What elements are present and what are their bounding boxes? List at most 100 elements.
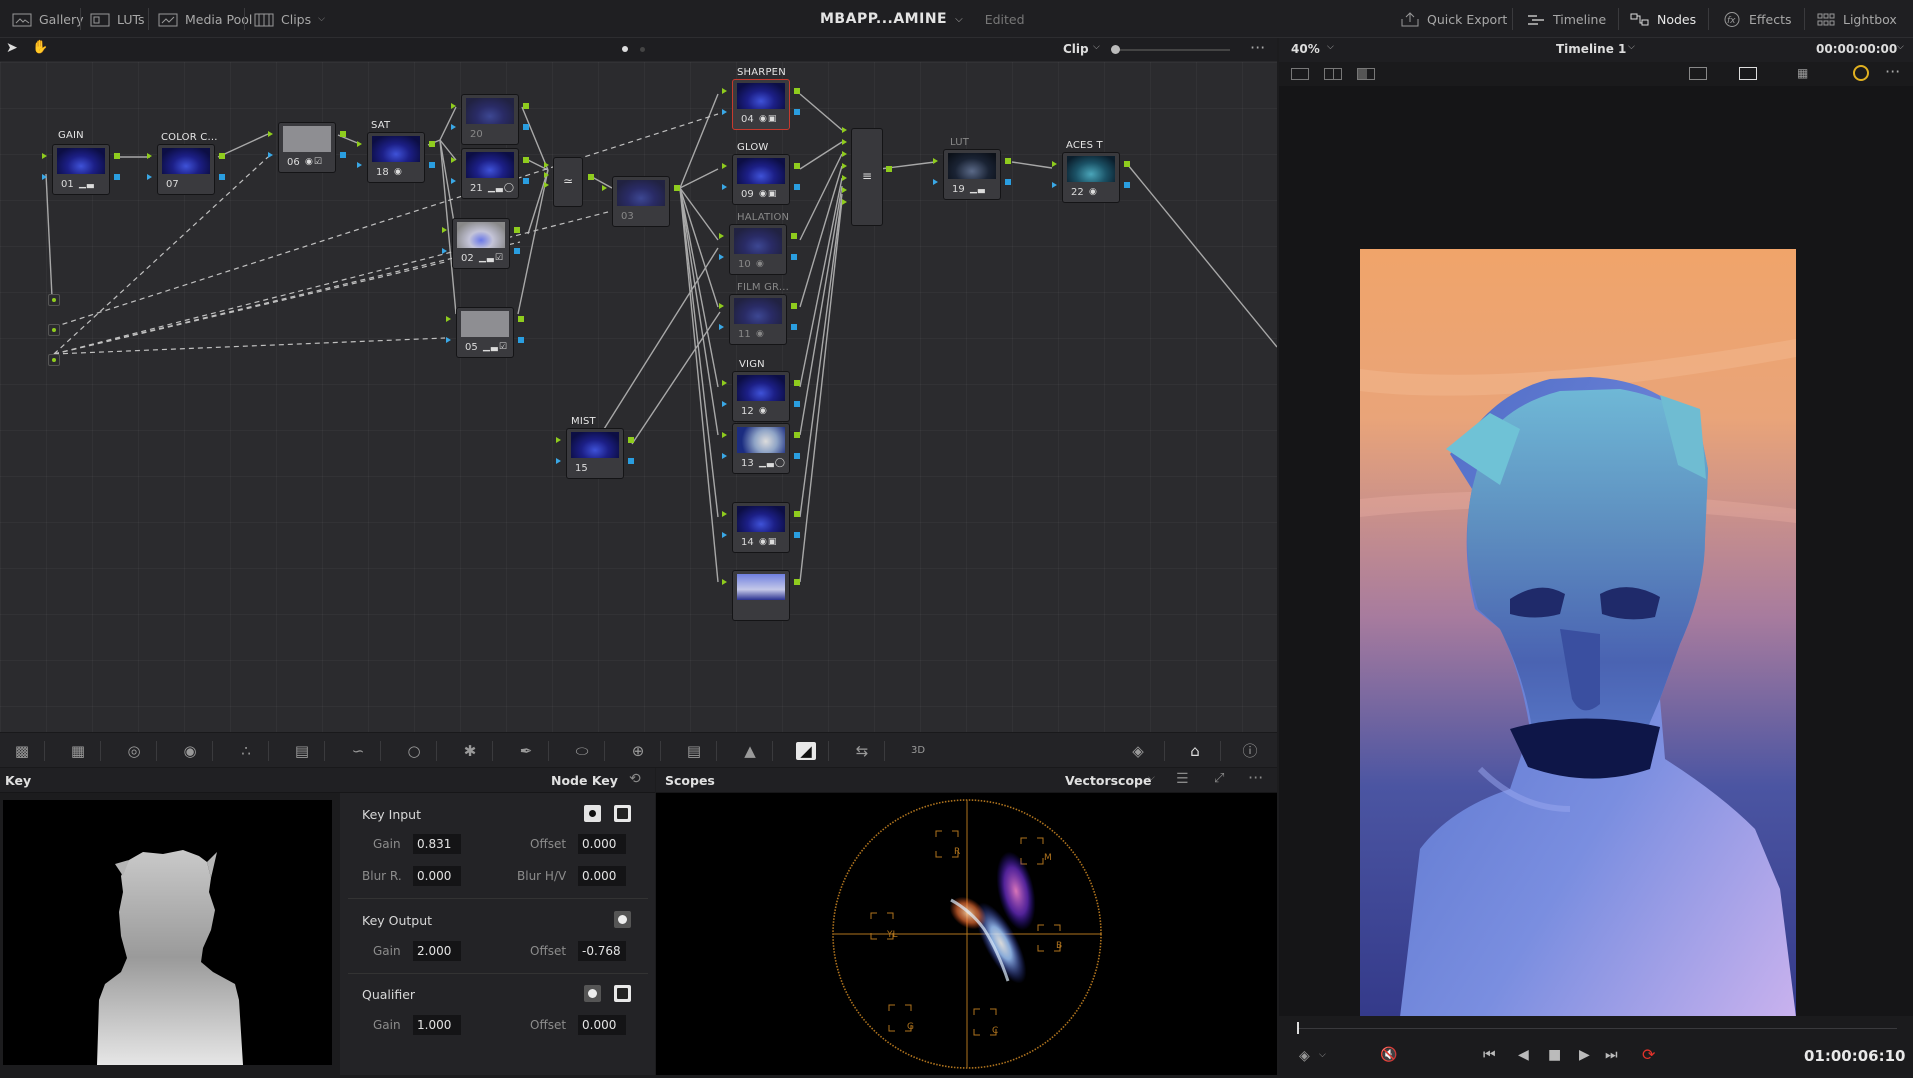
color-wheels-icon[interactable]: ◎	[124, 742, 144, 760]
quick-export-button[interactable]: Quick Export	[1400, 0, 1507, 38]
node-mode-select[interactable]: Clip	[1063, 42, 1089, 56]
gallery-button[interactable]: Gallery	[12, 0, 84, 38]
key-output-gain-field[interactable]: 2.000	[413, 941, 461, 961]
expand-icon[interactable]: ⤢	[1214, 771, 1224, 786]
skip-back-icon[interactable]: ⏮	[1483, 1047, 1496, 1063]
zoom-level-select[interactable]: 40%	[1291, 42, 1320, 56]
node-02[interactable]: 02 ▁▃☑	[452, 218, 510, 269]
play-icon[interactable]: ▶	[1579, 1047, 1590, 1063]
scrubber-track[interactable]	[1297, 1028, 1897, 1029]
sizing-icon[interactable]: ⇆	[852, 742, 872, 760]
lightbox-button[interactable]: Lightbox	[1816, 0, 1897, 38]
node-14[interactable]: 14 ◉▣	[732, 502, 790, 553]
playhead[interactable]	[1297, 1022, 1299, 1034]
view-options-icon[interactable]: ◈	[1299, 1048, 1310, 1064]
node-halation[interactable]: 10 ◉	[729, 224, 787, 275]
node-13[interactable]: 13 ▁▃◯	[732, 423, 790, 474]
scope-type-select[interactable]: Vectorscope	[1065, 773, 1151, 788]
magic-mask-icon[interactable]: ▤	[684, 742, 704, 760]
nodes-button[interactable]: Nodes	[1630, 0, 1696, 38]
node-05[interactable]: 05 ▁▃☑	[456, 307, 514, 358]
node-21[interactable]: 21 ▁▃◯	[461, 148, 519, 199]
split-view-icon[interactable]	[1357, 68, 1375, 80]
key-input-offset-field[interactable]: 0.000	[578, 834, 626, 854]
pointer-icon[interactable]: ➤	[6, 40, 18, 56]
info-icon[interactable]: ⓘ	[1240, 742, 1260, 760]
wipe-icon[interactable]: ▦	[1797, 66, 1813, 82]
node-graph[interactable]: GAIN 01 ▁▃ COLOR C... 07 06 ◉☑ SAT 18 ◉ …	[0, 62, 1277, 732]
qualifier-offset-field[interactable]: 0.000	[578, 1015, 626, 1035]
project-title[interactable]: MBAPP...AMINE ⌵ Edited	[820, 0, 1025, 38]
source-input-1[interactable]	[48, 294, 60, 306]
step-back-icon[interactable]: ◀	[1518, 1047, 1529, 1063]
grid-view-icon[interactable]	[1324, 68, 1342, 80]
more-options-icon[interactable]: ···	[1250, 38, 1265, 57]
page-dot-active[interactable]	[622, 46, 628, 52]
more-options-icon[interactable]: ···	[1248, 768, 1263, 787]
blur-r-field[interactable]: 0.000	[413, 866, 461, 886]
qualifier-eyedropper-icon[interactable]: ✒	[516, 742, 536, 760]
key-output-offset-field[interactable]: -0.768	[578, 941, 626, 961]
color-match-icon[interactable]: ▦	[68, 742, 88, 760]
clips-button[interactable]: Clips ⌵	[254, 0, 325, 38]
source-input-3[interactable]	[48, 354, 60, 366]
node-mist[interactable]: 15	[566, 428, 624, 479]
zoom-slider-knob[interactable]	[1111, 45, 1120, 54]
blur-hv-field[interactable]: 0.000	[578, 866, 626, 886]
media-pool-button[interactable]: Media Pool	[158, 0, 252, 38]
blur-icon[interactable]: ▲	[740, 742, 760, 760]
scope-settings-icon[interactable]: ☰	[1176, 771, 1189, 787]
key-input-gain-field[interactable]: 0.831	[413, 834, 461, 854]
effects-button[interactable]: fx Effects	[1722, 0, 1792, 38]
node-color-correct[interactable]: 07	[157, 144, 215, 195]
node-06[interactable]: 06 ◉☑	[278, 122, 336, 173]
node-lut[interactable]: 19 ▁▃	[943, 149, 1001, 200]
speaker-muted-icon[interactable]: 🔇	[1380, 1047, 1397, 1063]
zoom-slider-track[interactable]	[1114, 49, 1230, 51]
parallel-mixer-node[interactable]: ≡	[851, 128, 883, 226]
rgb-mixer-icon[interactable]: ∴	[236, 742, 256, 760]
hand-icon[interactable]: ✋	[32, 40, 48, 55]
node-03[interactable]: 03	[612, 176, 670, 227]
key-input-mode-toggle[interactable]	[584, 805, 601, 822]
node-vignette[interactable]: 12 ◉	[732, 371, 790, 422]
scopes-icon[interactable]: ⌂	[1185, 742, 1205, 760]
more-options-icon[interactable]: ···	[1885, 62, 1900, 81]
stereo-3d-icon[interactable]: 3D	[908, 742, 928, 760]
source-input-2[interactable]	[48, 324, 60, 336]
key-output-toggle[interactable]	[614, 911, 631, 928]
tracker-icon[interactable]: ⊕	[628, 742, 648, 760]
node-film-grain[interactable]: 11 ◉	[729, 294, 787, 345]
warper-mesh-icon[interactable]: ✱	[460, 742, 480, 760]
keyframes-icon[interactable]: ◈	[1128, 742, 1148, 760]
window-icon[interactable]: ⬭	[572, 742, 592, 760]
display-mode-icon[interactable]	[1739, 67, 1757, 80]
node-aces-transform[interactable]: 22 ◉	[1062, 152, 1120, 203]
reset-icon[interactable]: ⟲	[629, 771, 641, 787]
camera-raw-icon[interactable]: ▩	[12, 742, 32, 760]
timeline-select[interactable]: Timeline 1	[1556, 42, 1626, 56]
qualifier-toggle[interactable]	[584, 985, 601, 1002]
key-icon[interactable]: ◢	[796, 742, 816, 760]
qualifier-invert-checkbox[interactable]	[614, 985, 631, 1002]
node-sharpen[interactable]: 04 ◉▣	[732, 79, 790, 130]
skip-forward-icon[interactable]: ⏭	[1605, 1047, 1618, 1063]
node-20[interactable]: 20	[461, 94, 519, 145]
key-input-invert-checkbox[interactable]	[614, 805, 631, 822]
layer-mixer-node[interactable]: ≃	[553, 157, 583, 207]
page-dot[interactable]	[640, 47, 645, 52]
loop-icon[interactable]: ⟳	[1642, 1045, 1655, 1064]
node-glow[interactable]: 09 ◉▣	[732, 154, 790, 205]
color-picker-icon[interactable]	[1853, 65, 1869, 81]
node-partial[interactable]	[732, 570, 790, 621]
luts-button[interactable]: LUTs	[90, 0, 145, 38]
stop-icon[interactable]: ■	[1548, 1047, 1561, 1063]
timeline-button[interactable]: Timeline	[1526, 0, 1606, 38]
motion-effects-icon[interactable]: ▤	[292, 742, 312, 760]
curves-icon[interactable]: ∽	[348, 742, 368, 760]
color-warper-icon[interactable]: ○	[404, 742, 424, 760]
viewer[interactable]	[1279, 86, 1913, 1017]
node-gain[interactable]: 01 ▁▃	[52, 144, 110, 195]
hdr-wheels-icon[interactable]: ◉	[180, 742, 200, 760]
qualifier-gain-field[interactable]: 1.000	[413, 1015, 461, 1035]
